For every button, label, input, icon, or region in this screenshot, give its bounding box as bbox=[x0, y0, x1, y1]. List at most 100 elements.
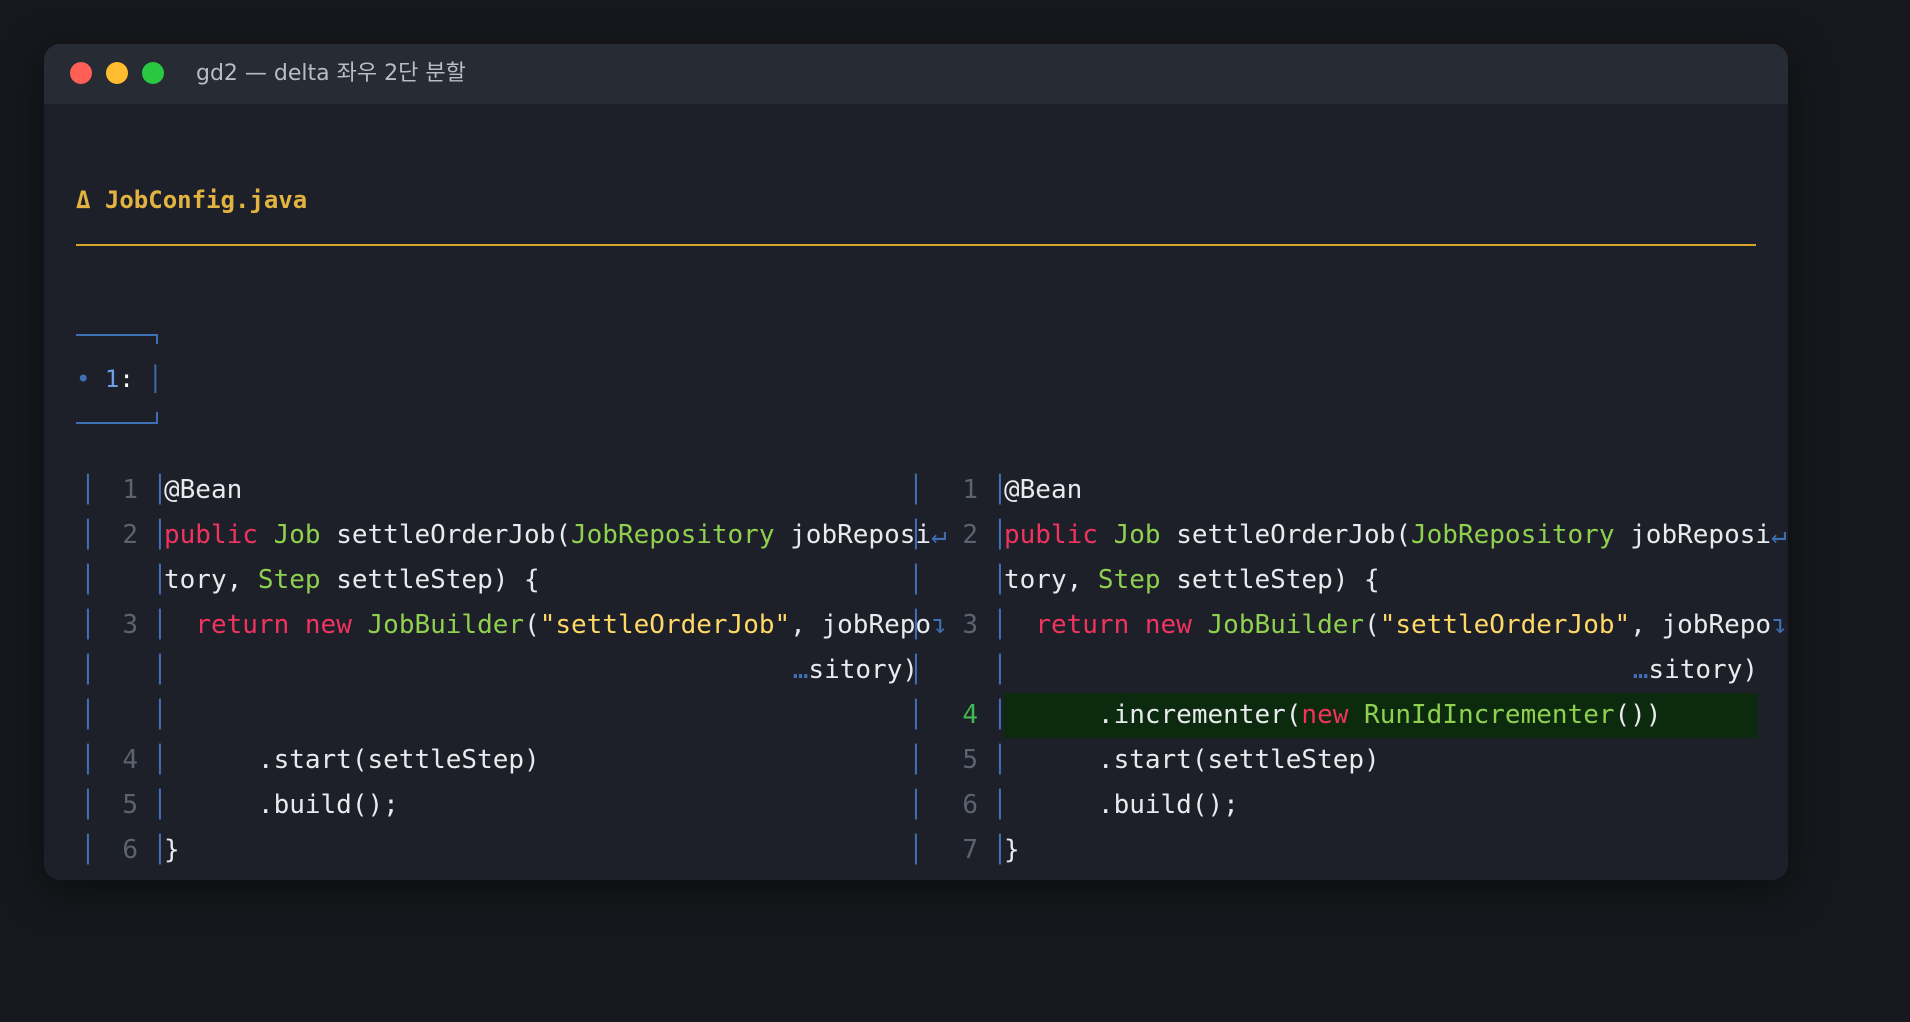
code-token: } bbox=[164, 835, 180, 865]
diff-line: │ 4 │ .incrementer(new RunIdIncrementer()) bbox=[908, 693, 1758, 738]
code-text: .build(); bbox=[1004, 783, 1758, 828]
pane-separator: │ bbox=[908, 790, 924, 820]
left-pane: │ 1 │ @Bean │ 2 │ public Job settleOrderJob(Job… bbox=[76, 468, 947, 873]
file-header-rule bbox=[76, 244, 1756, 246]
hunk-box-bottom-tick bbox=[156, 412, 158, 422]
line-number: 5 bbox=[122, 790, 138, 820]
code-token: settleOrderJob( bbox=[320, 520, 571, 550]
pane-separator: │ bbox=[908, 835, 924, 865]
pane-separator: │ bbox=[908, 610, 924, 640]
outer-border: │ bbox=[80, 520, 96, 550]
code-token: public bbox=[1004, 520, 1114, 550]
minimize-button[interactable] bbox=[106, 62, 128, 84]
code-token: ( bbox=[1364, 610, 1380, 640]
line-number: 2 bbox=[962, 520, 978, 550]
code-text: .build(); bbox=[164, 783, 918, 828]
diff-line: │ 6 │ .build(); bbox=[908, 783, 1758, 828]
line-number: 3 bbox=[122, 610, 138, 640]
code-token: ()) bbox=[1614, 700, 1662, 730]
line-number: 2 bbox=[122, 520, 138, 550]
line-number: 3 bbox=[962, 610, 978, 640]
diff-line: │ │ …sitory) bbox=[76, 648, 918, 693]
code-token: } bbox=[1004, 835, 1020, 865]
code-token: .start(settleStep) bbox=[164, 745, 540, 775]
code-text: return new JobBuilder("settleOrderJob", … bbox=[1004, 603, 1786, 648]
diff-line: │ 2 │ public Job settleOrderJob(JobReposito… bbox=[908, 513, 1787, 558]
pane-separator: │ bbox=[908, 565, 924, 595]
code-token: , jobRepo bbox=[1630, 610, 1772, 640]
code-token: "settleOrderJob" bbox=[539, 610, 791, 640]
pane-separator: │ bbox=[908, 745, 924, 775]
code-token: settleOrderJob( bbox=[1160, 520, 1411, 550]
code-token: @Bean bbox=[1004, 475, 1083, 505]
diff-line: │ 3 │ return new JobBuilder("settleOrderJo… bbox=[908, 603, 1787, 648]
code-token: JobRepository bbox=[571, 520, 775, 550]
code-text: …sitory) bbox=[1004, 648, 1758, 693]
file-header: Δ JobConfig.java bbox=[76, 186, 308, 214]
line-number: 5 bbox=[962, 745, 978, 775]
pane-separator: │ bbox=[908, 700, 924, 730]
hunk-box-bottom bbox=[76, 422, 158, 424]
code-text: tory, Step settleStep) { bbox=[164, 558, 918, 603]
code-token: Step bbox=[1097, 565, 1161, 595]
code-token: settleStep) { bbox=[320, 565, 540, 595]
code-text: @Bean bbox=[164, 468, 918, 513]
outer-border: │ bbox=[80, 700, 96, 730]
diff-line: │ 1 │ @Bean bbox=[76, 468, 918, 513]
code-token: sitory) bbox=[1648, 655, 1758, 685]
code-token: .build(); bbox=[164, 790, 399, 820]
outer-border: │ bbox=[80, 475, 96, 505]
code-token: tory, bbox=[164, 565, 258, 595]
right-pane: │ 1 │ @Bean │ 2 │ public Job settleOrderJob(Job… bbox=[908, 468, 1787, 873]
zoom-button[interactable] bbox=[142, 62, 164, 84]
outer-border: │ bbox=[80, 835, 96, 865]
pane-separator: │ bbox=[908, 520, 924, 550]
wrap-indicator-icon: ↵ bbox=[1771, 520, 1787, 550]
code-token: tory, bbox=[1004, 565, 1098, 595]
hunk-suffix: : bbox=[119, 365, 134, 393]
code-text: .start(settleStep) bbox=[1004, 738, 1758, 783]
close-button[interactable] bbox=[70, 62, 92, 84]
code-text: public Job settleOrderJob(JobRepository … bbox=[164, 513, 947, 558]
code-token: ( bbox=[524, 610, 540, 640]
line-number: 4 bbox=[962, 700, 978, 730]
code-text: public Job settleOrderJob(JobRepository … bbox=[1004, 513, 1787, 558]
diff-line: │ 4 │ .start(settleStep) bbox=[76, 738, 918, 783]
code-token: .incrementer( bbox=[1004, 700, 1302, 730]
line-number: 7 bbox=[962, 835, 978, 865]
code-token: Job bbox=[1113, 520, 1161, 550]
code-text: …sitory) bbox=[164, 648, 918, 693]
code-token: … bbox=[792, 655, 809, 685]
code-token: public bbox=[164, 520, 274, 550]
code-token: sitory) bbox=[808, 655, 918, 685]
code-token: .build(); bbox=[1004, 790, 1239, 820]
diff-line: │ │ tory, Step settleStep) { bbox=[76, 558, 918, 603]
code-text: tory, Step settleStep) { bbox=[1004, 558, 1758, 603]
code-token: JobBuilder bbox=[367, 610, 525, 640]
code-token: return bbox=[1035, 610, 1130, 640]
code-token: jobReposi bbox=[1614, 520, 1772, 550]
code-token: new bbox=[304, 610, 352, 640]
code-text: @Bean bbox=[1004, 468, 1758, 513]
diff-line: │ 6 │} bbox=[76, 828, 918, 873]
code-text: .incrementer(new RunIdIncrementer()) bbox=[1004, 693, 1758, 738]
line-number: 1 bbox=[122, 475, 138, 505]
diff-line: │ 7 │} bbox=[908, 828, 1758, 873]
pane-separator: │ bbox=[908, 475, 924, 505]
diff-line: │ 2 │ public Job settleOrderJob(JobReposito… bbox=[76, 513, 947, 558]
line-number: 1 bbox=[962, 475, 978, 505]
terminal-window: gd2 — delta 좌우 2단 분할 Δ JobConfig.java • … bbox=[44, 44, 1788, 880]
code-token: return bbox=[195, 610, 290, 640]
line-number: 6 bbox=[122, 835, 138, 865]
title-bar: gd2 — delta 좌우 2단 분할 bbox=[44, 44, 1788, 104]
code-token: @Bean bbox=[164, 475, 243, 505]
code-token: JobRepository bbox=[1411, 520, 1615, 550]
window-title: gd2 — delta 좌우 2단 분할 bbox=[196, 61, 466, 86]
code-token: .start(settleStep) bbox=[1004, 745, 1380, 775]
line-number: 4 bbox=[122, 745, 138, 775]
hunk-bullet: • bbox=[76, 365, 91, 393]
code-token: new bbox=[1301, 700, 1349, 730]
